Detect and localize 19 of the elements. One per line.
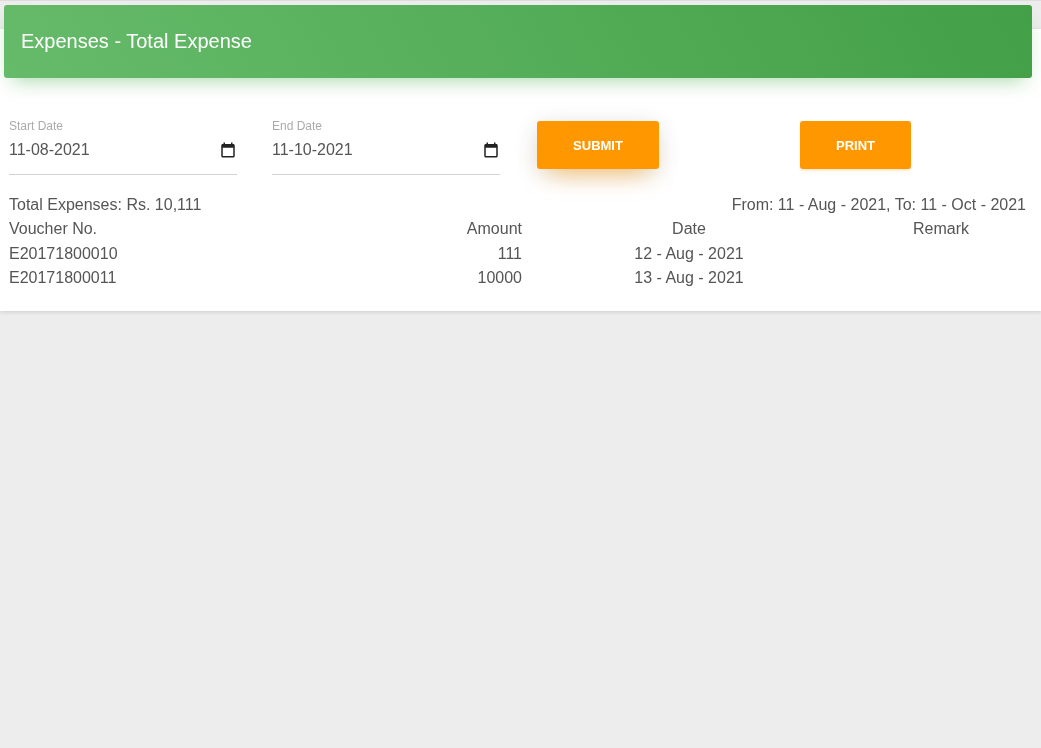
- field-label: End Date: [272, 119, 324, 133]
- date-range-text: From: 11 - Aug - 2021, To: 11 - Oct - 2021: [731, 195, 1026, 215]
- table-cell-text: 10000: [477, 268, 522, 288]
- column-header: Amount: [466, 219, 522, 239]
- table-cell-text: E20171800010: [9, 243, 118, 264]
- field-label: Start Date: [9, 119, 65, 133]
- table-cell-text: 111: [497, 243, 522, 264]
- column-header: Date: [671, 219, 707, 239]
- column-header: Remark: [912, 219, 970, 239]
- total-text: Total Expenses: Rs. 10,111: [9, 195, 202, 215]
- calendar-icon[interactable]: [482, 141, 500, 159]
- table-cell-text: 12 - Aug - 2021: [633, 243, 745, 264]
- table-cell-text: 13 - Aug - 2021: [633, 268, 745, 288]
- date-input[interactable]: 11-10-2021: [272, 141, 482, 159]
- table-cell-text: E20171800011: [9, 268, 117, 288]
- column-header: Voucher No.: [9, 219, 98, 239]
- page-title: Expenses - Total Expense: [21, 30, 252, 53]
- date-input[interactable]: 11-08-2021: [9, 141, 219, 159]
- calendar-icon[interactable]: [219, 141, 237, 159]
